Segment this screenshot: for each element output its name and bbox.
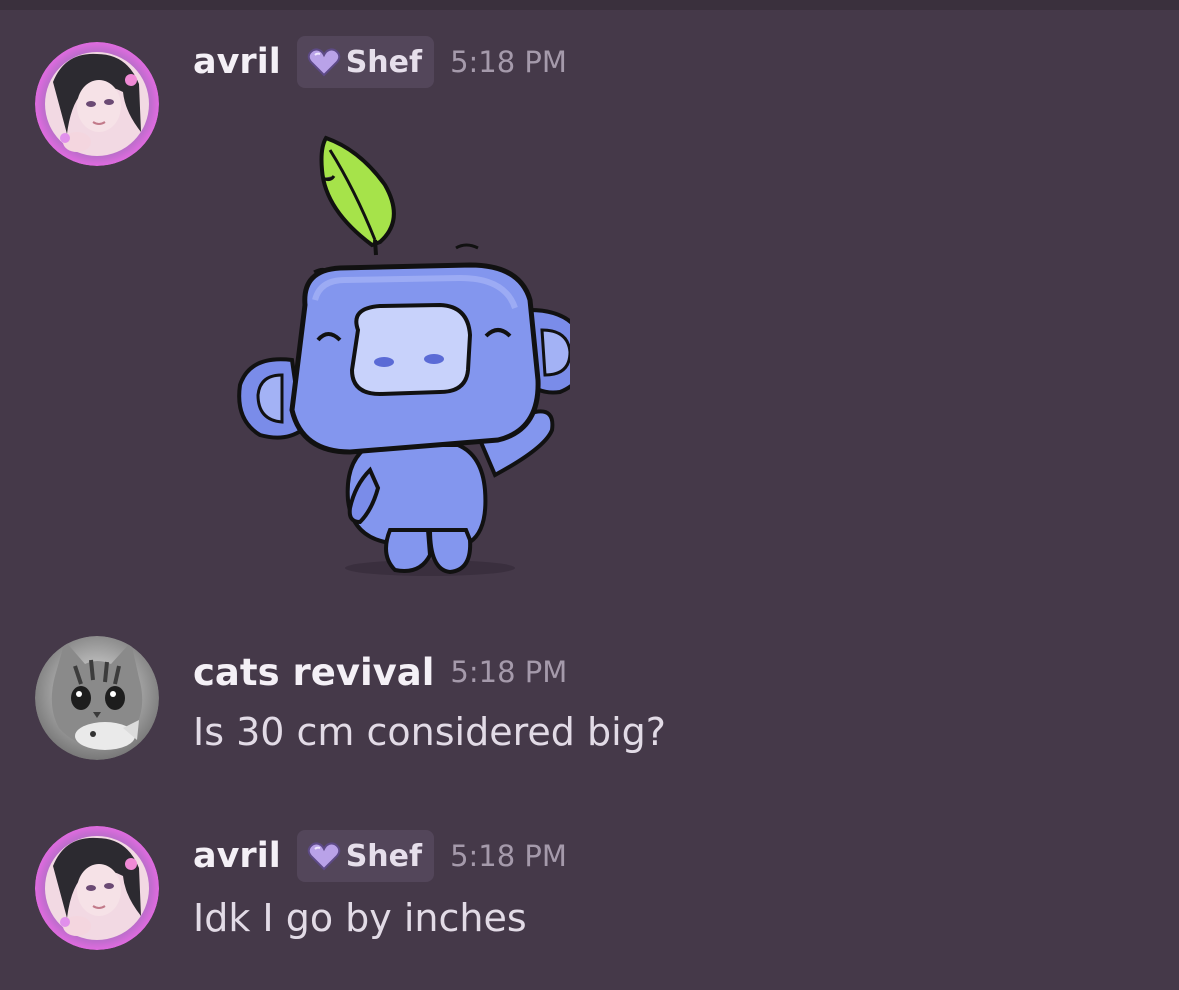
username[interactable]: avril <box>193 42 281 82</box>
tag-label: Shef <box>345 44 423 80</box>
message-content: Is 30 cm considered big? <box>193 710 666 754</box>
timestamp[interactable]: 5:18 PM <box>450 839 567 873</box>
avatar-avril[interactable] <box>35 826 159 950</box>
tag-label: Shef <box>345 838 423 874</box>
purple-heart-icon <box>307 47 341 77</box>
message-header-2: cats revival 5:18 PM <box>193 642 567 702</box>
message-header-1: avril Shef 5:18 PM <box>193 32 567 92</box>
username[interactable]: cats revival <box>193 651 434 694</box>
avatar-cats-revival[interactable] <box>35 636 159 760</box>
username[interactable]: avril <box>193 836 281 876</box>
purple-heart-icon <box>307 841 341 871</box>
avatar-avril[interactable] <box>35 42 159 166</box>
top-edge-bar <box>0 0 1179 10</box>
timestamp[interactable]: 5:18 PM <box>450 655 567 689</box>
user-tag[interactable]: Shef <box>296 830 435 882</box>
wumpus-waving-leaf-sticker[interactable] <box>230 130 588 585</box>
user-tag[interactable]: Shef <box>296 36 435 88</box>
timestamp[interactable]: 5:18 PM <box>450 45 567 79</box>
message-header-3: avril Shef 5:18 PM <box>193 826 567 886</box>
message-content: Idk I go by inches <box>193 896 527 940</box>
